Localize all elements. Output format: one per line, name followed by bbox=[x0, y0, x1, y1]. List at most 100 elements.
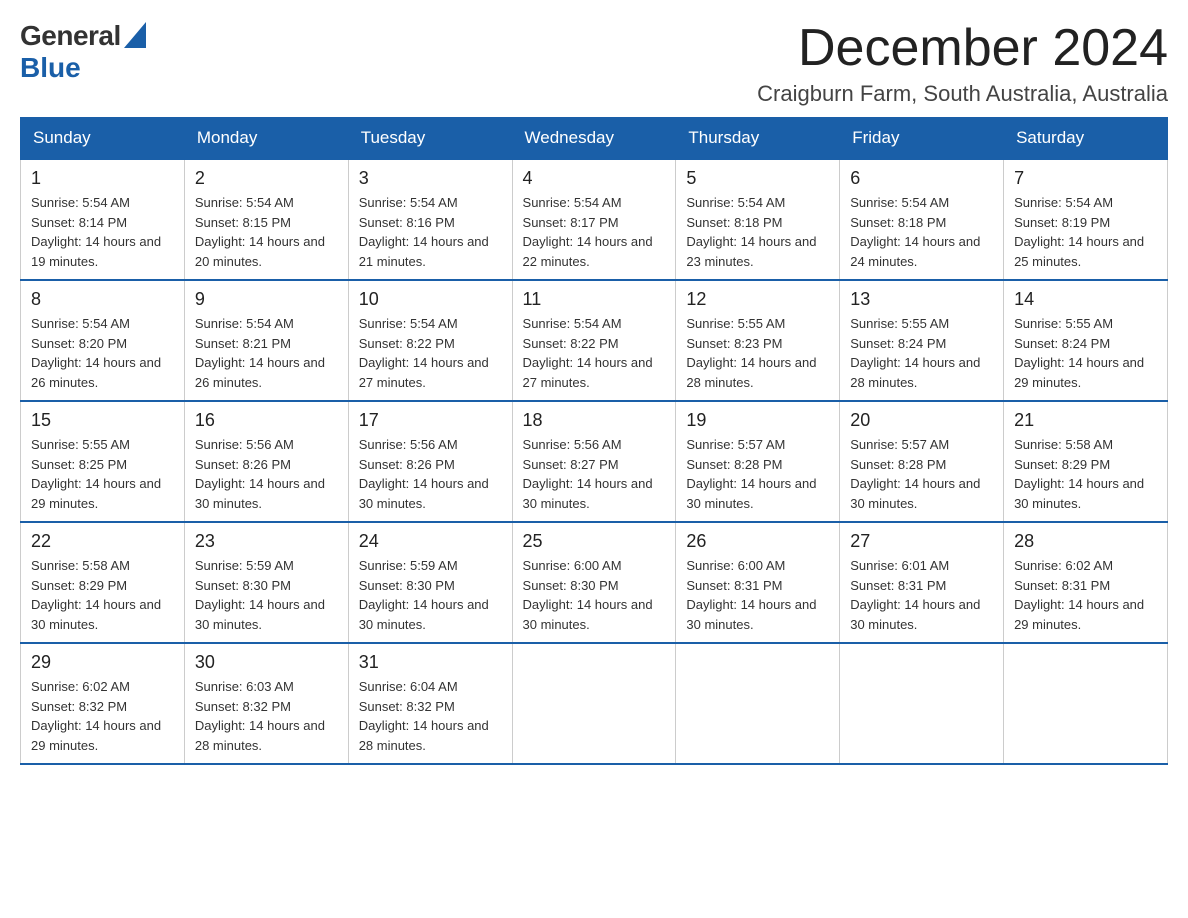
page-header: General Blue December 2024 Craigburn Far… bbox=[20, 20, 1168, 107]
calendar-day: 22 Sunrise: 5:58 AM Sunset: 8:29 PM Dayl… bbox=[21, 522, 185, 643]
sunset-label: Sunset: 8:15 PM bbox=[195, 215, 291, 230]
day-info: Sunrise: 5:55 AM Sunset: 8:23 PM Dayligh… bbox=[686, 314, 829, 392]
daylight-label: Daylight: 14 hours and 26 minutes. bbox=[31, 355, 161, 390]
daylight-label: Daylight: 14 hours and 28 minutes. bbox=[686, 355, 816, 390]
day-info: Sunrise: 5:56 AM Sunset: 8:27 PM Dayligh… bbox=[523, 435, 666, 513]
calendar-week-2: 8 Sunrise: 5:54 AM Sunset: 8:20 PM Dayli… bbox=[21, 280, 1168, 401]
daylight-label: Daylight: 14 hours and 21 minutes. bbox=[359, 234, 489, 269]
daylight-label: Daylight: 14 hours and 29 minutes. bbox=[31, 718, 161, 753]
calendar-day: 1 Sunrise: 5:54 AM Sunset: 8:14 PM Dayli… bbox=[21, 159, 185, 280]
calendar-day: 4 Sunrise: 5:54 AM Sunset: 8:17 PM Dayli… bbox=[512, 159, 676, 280]
day-info: Sunrise: 5:56 AM Sunset: 8:26 PM Dayligh… bbox=[359, 435, 502, 513]
day-number: 27 bbox=[850, 531, 993, 552]
logo-general-text: General bbox=[20, 20, 121, 52]
daylight-label: Daylight: 14 hours and 23 minutes. bbox=[686, 234, 816, 269]
daylight-label: Daylight: 14 hours and 30 minutes. bbox=[359, 476, 489, 511]
day-number: 21 bbox=[1014, 410, 1157, 431]
calendar-day: 11 Sunrise: 5:54 AM Sunset: 8:22 PM Dayl… bbox=[512, 280, 676, 401]
title-section: December 2024 Craigburn Farm, South Aust… bbox=[757, 20, 1168, 107]
sunrise-label: Sunrise: 5:54 AM bbox=[523, 195, 622, 210]
page-subtitle: Craigburn Farm, South Australia, Austral… bbox=[757, 81, 1168, 107]
sunset-label: Sunset: 8:22 PM bbox=[359, 336, 455, 351]
sunset-label: Sunset: 8:19 PM bbox=[1014, 215, 1110, 230]
day-info: Sunrise: 5:54 AM Sunset: 8:16 PM Dayligh… bbox=[359, 193, 502, 271]
sunset-label: Sunset: 8:23 PM bbox=[686, 336, 782, 351]
day-number: 11 bbox=[523, 289, 666, 310]
calendar-day: 27 Sunrise: 6:01 AM Sunset: 8:31 PM Dayl… bbox=[840, 522, 1004, 643]
daylight-label: Daylight: 14 hours and 30 minutes. bbox=[195, 476, 325, 511]
day-info: Sunrise: 5:57 AM Sunset: 8:28 PM Dayligh… bbox=[850, 435, 993, 513]
day-number: 17 bbox=[359, 410, 502, 431]
sunrise-label: Sunrise: 5:54 AM bbox=[1014, 195, 1113, 210]
daylight-label: Daylight: 14 hours and 30 minutes. bbox=[850, 476, 980, 511]
day-info: Sunrise: 5:54 AM Sunset: 8:17 PM Dayligh… bbox=[523, 193, 666, 271]
day-number: 14 bbox=[1014, 289, 1157, 310]
sunrise-label: Sunrise: 5:59 AM bbox=[359, 558, 458, 573]
header-friday: Friday bbox=[840, 118, 1004, 160]
day-number: 16 bbox=[195, 410, 338, 431]
daylight-label: Daylight: 14 hours and 30 minutes. bbox=[686, 597, 816, 632]
day-info: Sunrise: 5:55 AM Sunset: 8:25 PM Dayligh… bbox=[31, 435, 174, 513]
calendar-day bbox=[1004, 643, 1168, 764]
calendar-day: 7 Sunrise: 5:54 AM Sunset: 8:19 PM Dayli… bbox=[1004, 159, 1168, 280]
sunset-label: Sunset: 8:21 PM bbox=[195, 336, 291, 351]
day-number: 4 bbox=[523, 168, 666, 189]
day-number: 10 bbox=[359, 289, 502, 310]
daylight-label: Daylight: 14 hours and 26 minutes. bbox=[195, 355, 325, 390]
sunrise-label: Sunrise: 5:54 AM bbox=[523, 316, 622, 331]
page-title: December 2024 bbox=[757, 20, 1168, 77]
sunset-label: Sunset: 8:25 PM bbox=[31, 457, 127, 472]
sunrise-label: Sunrise: 5:54 AM bbox=[195, 195, 294, 210]
header-wednesday: Wednesday bbox=[512, 118, 676, 160]
calendar-day: 13 Sunrise: 5:55 AM Sunset: 8:24 PM Dayl… bbox=[840, 280, 1004, 401]
sunset-label: Sunset: 8:24 PM bbox=[850, 336, 946, 351]
sunset-label: Sunset: 8:29 PM bbox=[1014, 457, 1110, 472]
daylight-label: Daylight: 14 hours and 29 minutes. bbox=[1014, 355, 1144, 390]
calendar-day: 19 Sunrise: 5:57 AM Sunset: 8:28 PM Dayl… bbox=[676, 401, 840, 522]
daylight-label: Daylight: 14 hours and 24 minutes. bbox=[850, 234, 980, 269]
day-info: Sunrise: 5:56 AM Sunset: 8:26 PM Dayligh… bbox=[195, 435, 338, 513]
day-info: Sunrise: 5:58 AM Sunset: 8:29 PM Dayligh… bbox=[1014, 435, 1157, 513]
sunset-label: Sunset: 8:20 PM bbox=[31, 336, 127, 351]
day-number: 23 bbox=[195, 531, 338, 552]
sunset-label: Sunset: 8:28 PM bbox=[686, 457, 782, 472]
sunset-label: Sunset: 8:14 PM bbox=[31, 215, 127, 230]
sunset-label: Sunset: 8:28 PM bbox=[850, 457, 946, 472]
daylight-label: Daylight: 14 hours and 28 minutes. bbox=[195, 718, 325, 753]
daylight-label: Daylight: 14 hours and 28 minutes. bbox=[359, 718, 489, 753]
sunrise-label: Sunrise: 5:55 AM bbox=[31, 437, 130, 452]
daylight-label: Daylight: 14 hours and 29 minutes. bbox=[31, 476, 161, 511]
sunrise-label: Sunrise: 5:54 AM bbox=[195, 316, 294, 331]
calendar-day: 9 Sunrise: 5:54 AM Sunset: 8:21 PM Dayli… bbox=[184, 280, 348, 401]
sunset-label: Sunset: 8:26 PM bbox=[195, 457, 291, 472]
calendar-day: 20 Sunrise: 5:57 AM Sunset: 8:28 PM Dayl… bbox=[840, 401, 1004, 522]
calendar-day: 17 Sunrise: 5:56 AM Sunset: 8:26 PM Dayl… bbox=[348, 401, 512, 522]
calendar-day: 29 Sunrise: 6:02 AM Sunset: 8:32 PM Dayl… bbox=[21, 643, 185, 764]
sunrise-label: Sunrise: 5:54 AM bbox=[31, 195, 130, 210]
sunrise-label: Sunrise: 5:56 AM bbox=[523, 437, 622, 452]
calendar-day: 21 Sunrise: 5:58 AM Sunset: 8:29 PM Dayl… bbox=[1004, 401, 1168, 522]
sunset-label: Sunset: 8:18 PM bbox=[686, 215, 782, 230]
sunset-label: Sunset: 8:17 PM bbox=[523, 215, 619, 230]
calendar-day: 25 Sunrise: 6:00 AM Sunset: 8:30 PM Dayl… bbox=[512, 522, 676, 643]
sunset-label: Sunset: 8:31 PM bbox=[1014, 578, 1110, 593]
day-info: Sunrise: 6:02 AM Sunset: 8:31 PM Dayligh… bbox=[1014, 556, 1157, 634]
day-number: 1 bbox=[31, 168, 174, 189]
weekday-header-row: Sunday Monday Tuesday Wednesday Thursday… bbox=[21, 118, 1168, 160]
day-info: Sunrise: 6:00 AM Sunset: 8:30 PM Dayligh… bbox=[523, 556, 666, 634]
calendar-day: 5 Sunrise: 5:54 AM Sunset: 8:18 PM Dayli… bbox=[676, 159, 840, 280]
day-number: 15 bbox=[31, 410, 174, 431]
day-info: Sunrise: 5:54 AM Sunset: 8:18 PM Dayligh… bbox=[850, 193, 993, 271]
day-info: Sunrise: 6:04 AM Sunset: 8:32 PM Dayligh… bbox=[359, 677, 502, 755]
sunset-label: Sunset: 8:24 PM bbox=[1014, 336, 1110, 351]
sunset-label: Sunset: 8:32 PM bbox=[359, 699, 455, 714]
daylight-label: Daylight: 14 hours and 30 minutes. bbox=[359, 597, 489, 632]
calendar-day bbox=[512, 643, 676, 764]
day-number: 5 bbox=[686, 168, 829, 189]
day-info: Sunrise: 5:55 AM Sunset: 8:24 PM Dayligh… bbox=[850, 314, 993, 392]
sunrise-label: Sunrise: 5:56 AM bbox=[195, 437, 294, 452]
calendar-day: 12 Sunrise: 5:55 AM Sunset: 8:23 PM Dayl… bbox=[676, 280, 840, 401]
day-number: 31 bbox=[359, 652, 502, 673]
day-number: 20 bbox=[850, 410, 993, 431]
daylight-label: Daylight: 14 hours and 29 minutes. bbox=[1014, 597, 1144, 632]
